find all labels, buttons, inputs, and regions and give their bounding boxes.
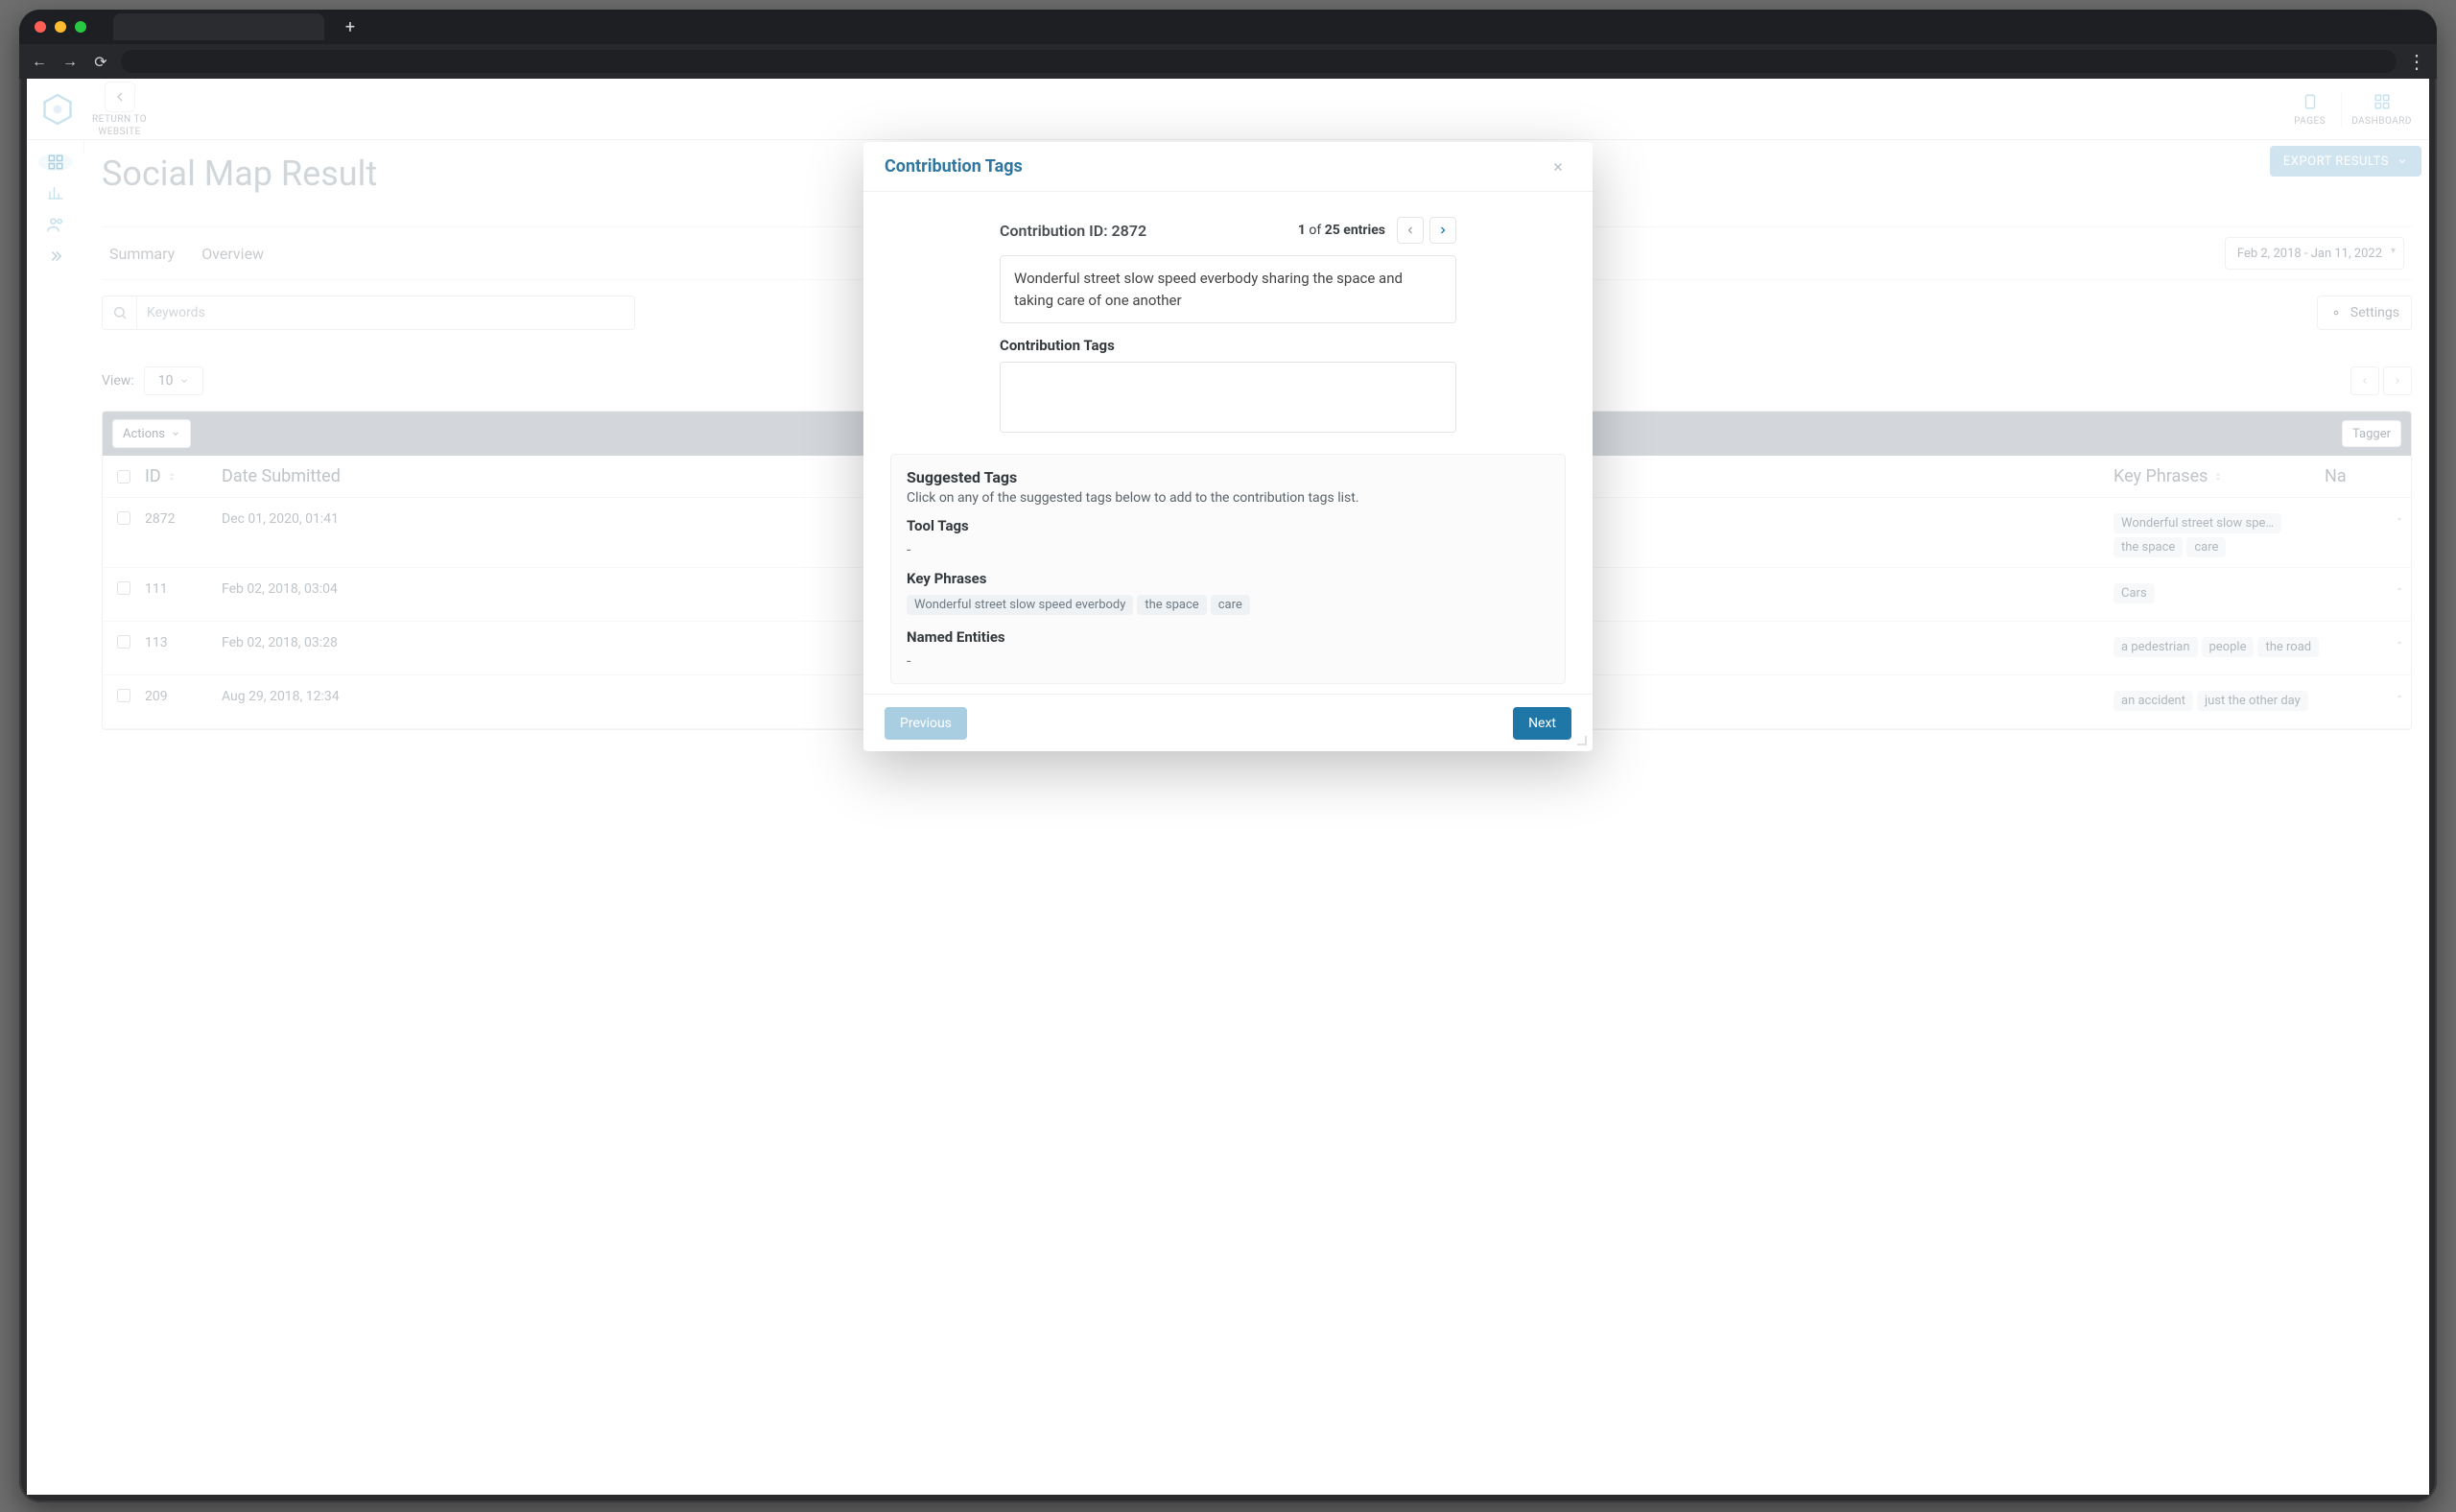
browser-tab[interactable] <box>113 13 324 40</box>
contribution-id-label: Contribution ID: 2872 <box>1000 222 1146 240</box>
close-icon <box>1551 160 1565 174</box>
suggested-tag-chip[interactable]: care <box>1211 595 1250 615</box>
browser-address-bar: ← → ⟳ ⋮ <box>19 44 2437 79</box>
new-tab-button[interactable]: + <box>340 16 361 37</box>
suggested-tag-chip[interactable]: Wonderful street slow speed everbody <box>907 595 1133 615</box>
browser-back-button[interactable]: ← <box>29 51 50 72</box>
chevron-left-icon <box>1405 224 1416 236</box>
suggested-tags-subtitle: Click on any of the suggested tags below… <box>907 490 1549 506</box>
named-entities-value: - <box>907 651 1549 670</box>
tool-tags-value: - <box>907 540 1549 558</box>
entries-counter: 1 of 25 entries <box>1298 223 1385 238</box>
modal-title: Contribution Tags <box>885 156 1023 177</box>
window-minimize-icon[interactable] <box>55 21 66 33</box>
modal-close-button[interactable] <box>1545 154 1571 180</box>
suggested-tags-title: Suggested Tags <box>907 468 1549 486</box>
window-maximize-icon[interactable] <box>75 21 86 33</box>
browser-url-input[interactable] <box>121 50 2397 73</box>
contribution-tags-label: Contribution Tags <box>1000 337 1456 354</box>
tool-tags-title: Tool Tags <box>907 517 1549 534</box>
entries-of: of <box>1309 223 1321 238</box>
device-frame: + ← → ⟳ ⋮ RETURN TO WEBSITE <box>19 10 2437 1502</box>
browser-reload-button[interactable]: ⟳ <box>90 51 111 72</box>
contribution-text: Wonderful street slow speed everbody sha… <box>1000 255 1456 323</box>
resize-handle-icon[interactable] <box>1577 736 1587 745</box>
contribution-tags-modal: Contribution Tags Contribution ID: 2872 … <box>863 142 1593 751</box>
previous-button-label: Previous <box>900 716 952 731</box>
entry-next-button[interactable] <box>1429 217 1456 244</box>
suggested-tags-panel: Suggested Tags Click on any of the sugge… <box>890 454 1566 684</box>
entry-prev-button[interactable] <box>1397 217 1424 244</box>
next-button-label: Next <box>1528 716 1556 731</box>
key-phrases-title: Key Phrases <box>907 570 1549 587</box>
entries-total: 25 entries <box>1325 223 1385 238</box>
window-close-icon[interactable] <box>35 21 46 33</box>
browser-forward-button[interactable]: → <box>59 51 81 72</box>
suggested-tag-chip[interactable]: the space <box>1137 595 1206 615</box>
chevron-right-icon <box>1437 224 1449 236</box>
entry-current: 1 <box>1298 223 1306 238</box>
contribution-tags-input[interactable] <box>1000 362 1456 433</box>
browser-menu-button[interactable]: ⋮ <box>2406 52 2427 71</box>
app-viewport: RETURN TO WEBSITE PAGES DASHBOARD <box>27 79 2429 1495</box>
browser-tab-strip: + <box>19 10 2437 44</box>
previous-button[interactable]: Previous <box>885 707 967 740</box>
next-button[interactable]: Next <box>1513 707 1571 740</box>
named-entities-title: Named Entities <box>907 628 1549 646</box>
